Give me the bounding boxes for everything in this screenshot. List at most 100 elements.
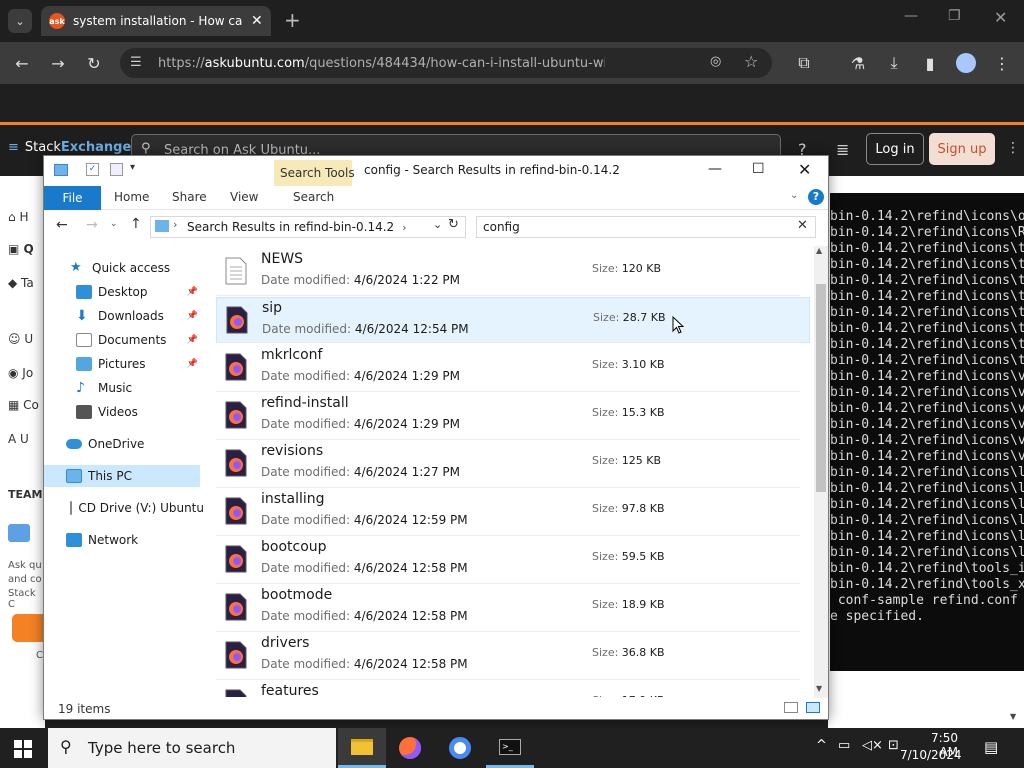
ribbon-tab-share[interactable]: Share	[172, 190, 207, 204]
tracking-eye-icon[interactable]: ◎	[710, 54, 721, 69]
nav-music[interactable]: ♪ Music	[44, 377, 204, 399]
explorer-forward-icon[interactable]: →	[86, 217, 98, 233]
forward-icon[interactable]: →	[46, 51, 70, 75]
taskbar-file-explorer[interactable]	[338, 728, 386, 768]
scrollbar-thumb[interactable]	[816, 284, 826, 492]
properties-qat-icon[interactable]: ✓	[86, 163, 99, 176]
ribbon-tab-file[interactable]: File	[44, 186, 101, 210]
nav-pictures[interactable]: Pictures 📌	[44, 353, 204, 375]
terminal-scroll-down-icon[interactable]: ▼	[1010, 712, 1016, 721]
explorer-back-icon[interactable]: ←	[56, 217, 68, 233]
side-panel-icon[interactable]: ▮	[918, 51, 942, 75]
site-info-icon[interactable]: ☰	[130, 55, 142, 70]
nav-onedrive[interactable]: OneDrive	[44, 433, 204, 455]
teams-link[interactable]: C	[36, 650, 43, 661]
taskbar-terminal[interactable]: >_	[486, 728, 534, 768]
up-folder-icon[interactable]: ↑	[130, 216, 142, 232]
labs-flask-icon[interactable]: ⚗	[846, 51, 870, 75]
file-row[interactable]: refind-install Date modified: 4/6/2024 1:…	[216, 393, 810, 440]
file-row[interactable]: drivers Date modified: 4/6/2024 12:58 PM S…	[216, 633, 810, 680]
taskbar-firefox[interactable]	[386, 728, 434, 768]
hamburger-icon[interactable]: ≡	[8, 140, 19, 155]
breadcrumb-chevron-icon[interactable]: ›	[173, 218, 177, 231]
ribbon-tab-search[interactable]: Search	[293, 190, 334, 204]
recent-locations-icon[interactable]: ⌄	[110, 219, 118, 229]
scroll-down-icon[interactable]: ▼	[816, 684, 822, 693]
reload-icon[interactable]: ↻	[82, 51, 106, 75]
explorer-minimize-icon[interactable]: —	[708, 161, 722, 177]
new-tab-icon[interactable]: +	[284, 8, 301, 32]
nav-home-icon[interactable]: ⌂ H	[8, 210, 28, 224]
details-view-icon[interactable]	[784, 702, 798, 713]
login-button[interactable]: Log in	[866, 133, 924, 165]
back-icon[interactable]: ←	[10, 51, 34, 75]
search-box[interactable]: config ✕	[476, 216, 816, 238]
explorer-maximize-icon[interactable]: ☐	[752, 161, 765, 177]
nav-companies-icon[interactable]: ▦ Co	[8, 398, 39, 412]
nav-unanswered-icon[interactable]: A U	[8, 432, 29, 446]
file-row[interactable]: bootmode Date modified: 4/6/2024 12:58 PM…	[216, 585, 810, 632]
ribbon-tab-home[interactable]: Home	[114, 190, 149, 204]
touch-keyboard-icon[interactable]: ⊡	[888, 738, 899, 753]
address-bar[interactable]: ☰ https://askubuntu.com/questions/484434…	[120, 48, 772, 78]
window-close-icon[interactable]: ✕	[994, 8, 1007, 27]
restore-icon[interactable]: ❐	[948, 8, 961, 24]
nav-questions-icon[interactable]: ▣ Q	[8, 242, 34, 256]
ribbon-expand-icon[interactable]: ⌄	[790, 190, 798, 201]
show-hidden-icons-icon[interactable]: ^	[816, 738, 827, 753]
new-folder-qat-icon[interactable]	[110, 163, 123, 176]
volume-muted-icon[interactable]: ◁×	[862, 738, 883, 753]
browser-tab-active[interactable]: ask system installation - How can I ✕	[41, 6, 271, 36]
address-dropdown-icon[interactable]: ⌄	[433, 218, 442, 231]
download-icon[interactable]: ⤓	[882, 51, 906, 75]
file-row[interactable]: installing Date modified: 4/6/2024 12:59 …	[216, 489, 810, 536]
scroll-up-icon[interactable]: ▲	[816, 246, 822, 255]
nav-network[interactable]: Network	[44, 529, 204, 551]
nav-videos[interactable]: Videos	[44, 401, 204, 423]
signup-button[interactable]: Sign up	[929, 133, 995, 165]
nav-tags-icon[interactable]: ◆ Ta	[8, 276, 34, 290]
nav-quick-access[interactable]: ★ Quick access	[44, 257, 204, 279]
file-row[interactable]: bootcoup Date modified: 4/6/2024 12:58 PM…	[216, 537, 810, 584]
teams-create-button[interactable]	[12, 614, 45, 642]
file-row[interactable]: mkrlconf Date modified: 4/6/2024 1:29 PM S…	[216, 345, 810, 392]
file-row[interactable]: featuresDate modified: Size: 17.9 KB	[216, 681, 810, 697]
tiles-view-icon[interactable]	[806, 702, 820, 713]
start-windows-icon[interactable]	[14, 740, 32, 761]
clear-search-icon[interactable]: ✕	[797, 218, 808, 233]
taskbar-search[interactable]: ⚲ Type here to search	[48, 728, 336, 768]
notifications-icon[interactable]: ▤	[984, 738, 998, 756]
nav-desktop[interactable]: Desktop 📌	[44, 281, 204, 303]
help-icon[interactable]: ?	[808, 189, 824, 205]
more-icon[interactable]: ⋮	[1006, 140, 1020, 156]
profile-avatar-icon[interactable]	[954, 51, 978, 75]
address-box[interactable]: › Search Results in refind-bin-0.14.2 › …	[150, 216, 466, 238]
breadcrumb-chevron-icon[interactable]: ›	[402, 221, 406, 234]
file-row[interactable]: revisions Date modified: 4/6/2024 1:27 PM…	[216, 441, 810, 488]
explorer-close-icon[interactable]: ✕	[798, 160, 811, 179]
bookmark-star-icon[interactable]: ☆	[744, 52, 758, 71]
nav-jobs-icon[interactable]: ◉ Jo	[8, 366, 33, 380]
minimize-icon[interactable]: —	[904, 8, 918, 24]
ribbon-tab-view[interactable]: View	[230, 190, 258, 204]
tab-close-icon[interactable]: ✕	[251, 13, 263, 29]
site-switcher-icon[interactable]: ≣	[836, 140, 849, 159]
browser-menu-icon[interactable]: ⋮	[990, 51, 1014, 75]
date-value: 4/6/2024 1:22 PM	[353, 273, 460, 287]
nav-users-icon[interactable]: ☺ U	[8, 332, 33, 346]
clock-date[interactable]: 7/10/2024	[900, 748, 962, 762]
network-tray-icon[interactable]: ▭	[838, 738, 850, 753]
nav-this-pc[interactable]: This PC	[44, 465, 200, 487]
nav-cd-drive[interactable]: CD Drive (V:) Ubuntu	[44, 497, 204, 519]
stackexchange-logo[interactable]: ≡ Stack Exchange	[8, 140, 131, 155]
file-row[interactable]: sip Date modified: 4/6/2024 12:54 PM Size:…	[216, 297, 810, 343]
tab-search-button[interactable]: ⌄	[8, 9, 32, 33]
taskbar-chrome[interactable]	[436, 728, 484, 768]
extensions-icon[interactable]: ⧉	[792, 51, 816, 75]
refresh-icon[interactable]: ↻	[448, 217, 459, 232]
nav-documents[interactable]: Documents 📌	[44, 329, 204, 351]
nav-downloads[interactable]: ⬇ Downloads 📌	[44, 305, 204, 327]
file-row[interactable]: NEWS Date modified: 4/6/2024 1:22 PM Size:…	[216, 249, 810, 296]
terminal-line: bin-0.14.2\refind\icons\o	[830, 209, 1024, 224]
qat-dropdown-icon[interactable]: ▾	[130, 162, 135, 173]
